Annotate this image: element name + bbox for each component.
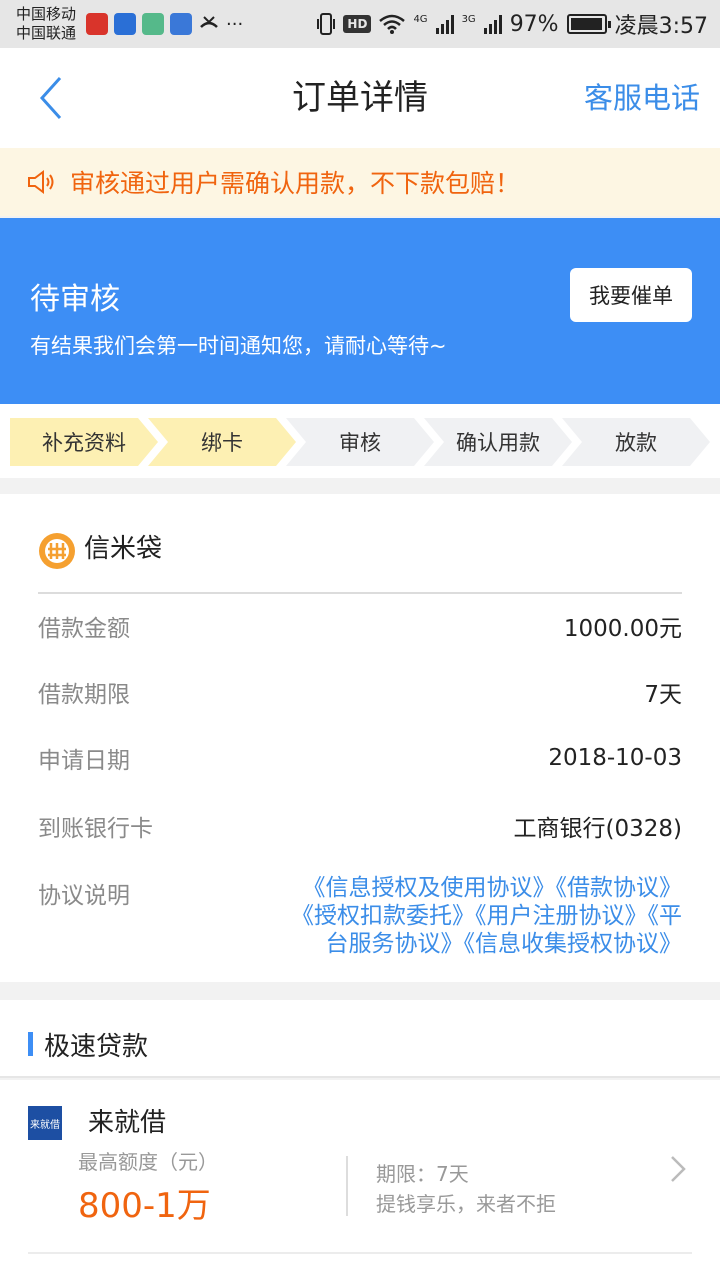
status-bar: 中国移动 中国联通 ··· HD 4G 3G 97% 凌晨3:57 (0, 0, 720, 48)
network-type-2: 3G (461, 14, 476, 25)
customer-service-hotline-link[interactable]: 客服电话 (584, 48, 700, 148)
product-term: 期限：7天 (376, 1162, 469, 1186)
urge-order-button[interactable]: 我要催单 (570, 268, 692, 322)
section-accent-bar (28, 1032, 33, 1056)
battery-fill (570, 18, 602, 30)
divider (28, 1252, 692, 1254)
order-detail-card: 信米袋 借款金额 1000.00元 借款期限 7天 申请日期 2018-10-0… (0, 494, 720, 982)
loan-term-row: 借款期限 7天 (38, 672, 682, 712)
step-item: 审核 (286, 418, 434, 466)
signal-icon (483, 14, 502, 34)
row-label: 申请日期 (38, 748, 130, 774)
nav-header: 订单详情 客服电话 (0, 48, 720, 148)
step-label: 放款 (615, 431, 657, 455)
carrier-1: 中国移动 (16, 5, 77, 23)
step-label: 补充资料 (42, 431, 126, 455)
agreement-link-line[interactable]: 《信息授权及使用协议》《借款协议》 (222, 874, 683, 902)
step-label: 审核 (339, 431, 381, 455)
app-notification-icon (86, 13, 109, 35)
product-slogan: 提钱享乐，来者不拒 (376, 1192, 556, 1216)
agreement-label: 协议说明 (38, 883, 130, 909)
carrier-2: 中国联通 (16, 24, 77, 42)
step-item: 确认用款 (424, 418, 572, 466)
step-item: 补充资料 (10, 418, 158, 466)
agreement-link-line[interactable]: 《授权扣款委托》《用户注册协议》《平 (222, 902, 682, 930)
network-type-1: 4G (413, 14, 428, 25)
quota-value: 800-1万 (78, 1186, 211, 1226)
loan-amount-row: 借款金额 1000.00元 (38, 606, 682, 646)
speaker-icon (28, 170, 54, 194)
notice-text: 审核通过用户需确认用款，不下款包赔！ (70, 169, 521, 198)
row-label: 借款期限 (38, 682, 130, 708)
bank-card-row: 到账银行卡 工商银行(0328) (38, 806, 682, 846)
divider (38, 592, 682, 594)
battery-percent: 97% (509, 11, 559, 37)
quota-label: 最高额度（元） (78, 1150, 218, 1174)
notification-icons: ··· (86, 13, 243, 35)
lender-logo-icon (39, 533, 75, 569)
order-status-title: 待审核 (30, 282, 120, 317)
loan-product-item[interactable]: 来就借 来就借 最高额度（元） 800-1万 期限：7天 提钱享乐，来者不拒 (0, 1080, 720, 1280)
agreement-links[interactable]: 《信息授权及使用协议》《借款协议》 《授权扣款委托》《用户注册协议》《平 台服务… (222, 874, 682, 958)
row-label: 借款金额 (38, 616, 130, 642)
carrier-info: 中国移动 中国联通 (16, 5, 76, 43)
row-value: 7天 (644, 682, 682, 708)
battery-icon (566, 14, 611, 34)
apply-date-row: 申请日期 2018-10-03 (38, 738, 682, 778)
chevron-right-icon (671, 1156, 686, 1182)
quick-loan-header: 极速贷款 (0, 1000, 720, 1078)
row-value: 1000.00元 (563, 616, 682, 642)
row-label: 到账银行卡 (38, 816, 153, 842)
product-logo: 来就借 (28, 1106, 62, 1140)
order-status-banner: 待审核 有结果我们会第一时间通知您，请耐心等待~ 我要催单 (0, 218, 720, 404)
step-item: 放款 (562, 418, 710, 466)
wallet-notification-icon (142, 13, 165, 35)
clock: 凌晨3:57 (614, 14, 708, 39)
notice-banner: 审核通过用户需确认用款，不下款包赔！ (0, 148, 720, 216)
shield-notification-icon (170, 13, 193, 35)
missed-call-icon (200, 16, 218, 28)
agreement-link-line[interactable]: 台服务协议》《信息收集授权协议》 (222, 930, 683, 958)
product-name: 来就借 (88, 1108, 167, 1138)
row-value: 工商银行(0328) (513, 816, 682, 842)
app-notification-icon (114, 13, 137, 35)
order-status-description: 有结果我们会第一时间通知您，请耐心等待~ (30, 334, 447, 358)
step-label: 确认用款 (456, 431, 540, 455)
step-item: 绑卡 (148, 418, 296, 466)
more-notifications: ··· (226, 13, 244, 35)
progress-steps: 补充资料 绑卡 审核 确认用款 放款 (0, 404, 720, 478)
hd-badge: HD (343, 15, 372, 33)
row-value: 2018-10-03 (548, 745, 682, 771)
divider (346, 1156, 348, 1216)
vibrate-icon (317, 13, 336, 35)
lender-name: 信米袋 (84, 534, 163, 564)
section-title: 极速贷款 (44, 1032, 149, 1062)
wifi-icon (379, 14, 406, 34)
signal-icon (435, 14, 454, 34)
step-label: 绑卡 (201, 431, 243, 455)
